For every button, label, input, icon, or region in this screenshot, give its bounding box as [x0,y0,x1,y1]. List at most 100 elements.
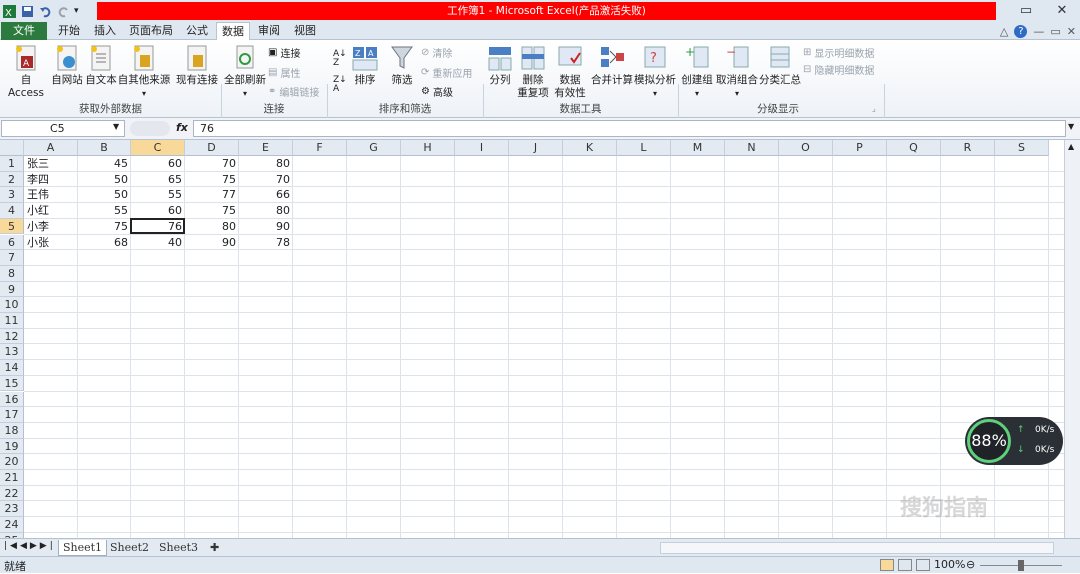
row-header-6[interactable]: 6 [0,234,24,251]
row-header-21[interactable]: 21 [0,470,24,486]
tab-file[interactable]: 文件 [1,22,47,40]
reapply-button[interactable]: ⟳ 重新应用 [421,63,472,81]
help-icon[interactable]: ? [1014,24,1028,38]
tab-view[interactable]: 视图 [288,22,322,40]
from-access-button[interactable]: A 自 Access [3,44,49,100]
cell-a1[interactable]: 张三 [24,156,78,172]
show-detail-button[interactable]: ⊞ 显示明细数据 [803,43,874,61]
from-other-sources-button[interactable]: 自其他来源 ▾ [117,44,171,100]
column-header-c[interactable]: C [131,140,185,156]
cell-a5[interactable]: 小李 [24,219,78,235]
expand-formula-icon[interactable]: ▼ [1068,122,1074,131]
properties-button[interactable]: ▤ 属性 [268,63,300,81]
column-header-l[interactable]: L [617,140,671,156]
column-header-p[interactable]: P [833,140,887,156]
sheet-tab-sheet2[interactable]: Sheet2 [106,540,153,556]
column-header-q[interactable]: Q [887,140,941,156]
column-header-d[interactable]: D [185,140,239,156]
row-header-13[interactable]: 13 [0,344,24,361]
cell-d5[interactable]: 80 [185,219,239,235]
tab-data[interactable]: 数据 [216,22,250,41]
column-header-k[interactable]: K [563,140,617,156]
cell-c4[interactable]: 60 [131,203,185,219]
insert-function-icon[interactable]: fx [176,121,188,134]
row-header-22[interactable]: 22 [0,485,24,502]
column-header-r[interactable]: R [941,140,995,156]
cell-d6[interactable]: 90 [185,235,239,251]
cell-a6[interactable]: 小张 [24,235,78,251]
row-header-14[interactable]: 14 [0,360,24,376]
tab-home[interactable]: 开始 [52,22,86,40]
column-header-g[interactable]: G [347,140,401,156]
group-button[interactable]: + 创建组 ▾ [680,44,714,100]
tab-formulas[interactable]: 公式 [180,22,214,40]
data-validation-button[interactable]: 数据 有效性 [551,44,589,100]
cell-d1[interactable]: 70 [185,156,239,172]
zoom-slider-thumb[interactable] [1018,560,1024,571]
column-header-o[interactable]: O [779,140,833,156]
row-header-15[interactable]: 15 [0,375,24,392]
normal-view-icon[interactable] [880,559,894,571]
wb-restore-icon[interactable]: ▭ [1050,25,1060,38]
column-header-a[interactable]: A [24,140,78,156]
cell-e2[interactable]: 70 [239,172,293,188]
sheet-tab-sheet1[interactable]: Sheet1 [58,540,108,556]
wb-close-icon[interactable]: ✕ [1067,25,1076,38]
zoom-out-icon[interactable]: ⊖ [966,558,975,571]
close-button[interactable]: ✕ [1044,0,1080,22]
cell-b4[interactable]: 55 [78,203,131,219]
wb-minimize-icon[interactable]: — [1033,25,1044,38]
minimize-ribbon-icon[interactable]: △ [1000,25,1008,38]
what-if-analysis-button[interactable]: ? 模拟分析 ▾ [634,44,676,100]
cell-b6[interactable]: 68 [78,235,131,251]
column-header-e[interactable]: E [239,140,293,156]
clear-filter-button[interactable]: ⊘ 清除 [421,43,452,61]
row-header-19[interactable]: 19 [0,438,24,455]
row-header-17[interactable]: 17 [0,407,24,423]
vertical-scrollbar[interactable]: ▲ [1064,140,1080,538]
scroll-up-icon[interactable]: ▲ [1068,142,1077,151]
cell-e5[interactable]: 90 [239,219,293,235]
tab-insert[interactable]: 插入 [88,22,122,40]
row-header-5[interactable]: 5 [0,218,24,235]
row-header-2[interactable]: 2 [0,171,24,188]
cell-d4[interactable]: 75 [185,203,239,219]
remove-duplicates-button[interactable]: 删除 重复项 [516,44,550,100]
sheet-tab-sheet3[interactable]: Sheet3 [155,540,202,556]
name-box-dropdown-icon[interactable]: ▼ [113,122,119,131]
row-header-1[interactable]: 1 [0,156,24,172]
row-header-18[interactable]: 18 [0,422,24,439]
cell-b3[interactable]: 50 [78,187,131,203]
cell-a3[interactable]: 王伟 [24,187,78,203]
from-web-button[interactable]: 自网站 [50,44,84,87]
filter-button[interactable]: 筛选 [386,44,418,87]
refresh-all-button[interactable]: 全部刷新 ▾ [223,44,267,100]
cell-b5[interactable]: 75 [78,219,131,235]
subtotal-button[interactable]: 分类汇总 [759,44,801,87]
column-header-j[interactable]: J [509,140,563,156]
customize-qat-icon[interactable]: ▾ [74,4,82,19]
row-header-10[interactable]: 10 [0,297,24,313]
cell-b1[interactable]: 45 [78,156,131,172]
consolidate-button[interactable]: 合并计算 [591,44,633,87]
row-header-20[interactable]: 20 [0,454,24,470]
cell-d3[interactable]: 77 [185,187,239,203]
row-header-23[interactable]: 23 [0,501,24,518]
cell-d2[interactable]: 75 [185,172,239,188]
name-box[interactable]: C5 [1,120,125,137]
connections-button[interactable]: ▣ 连接 [268,43,300,61]
undo-icon[interactable] [38,4,53,19]
cell-e6[interactable]: 78 [239,235,293,251]
hide-detail-button[interactable]: ⊟ 隐藏明细数据 [803,60,874,78]
insert-sheet-icon[interactable]: ✚ [206,540,223,556]
cell-e1[interactable]: 80 [239,156,293,172]
cell-c6[interactable]: 40 [131,235,185,251]
horizontal-scrollbar[interactable] [660,542,1054,554]
row-header-11[interactable]: 11 [0,313,24,329]
tab-page-layout[interactable]: 页面布局 [124,22,178,40]
row-header-7[interactable]: 7 [0,250,24,266]
column-header-b[interactable]: B [78,140,131,156]
column-header-h[interactable]: H [401,140,455,156]
from-text-button[interactable]: 自文本 [84,44,118,87]
save-icon[interactable] [20,4,35,19]
